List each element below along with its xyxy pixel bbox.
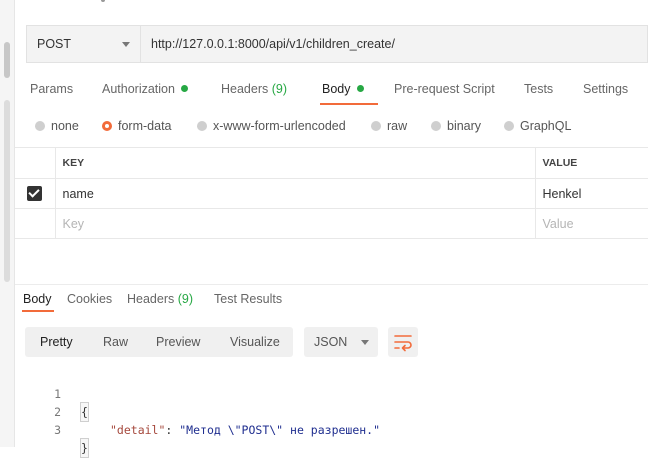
radio-icon: [35, 121, 45, 131]
response-tab-body[interactable]: Body: [23, 292, 52, 306]
chevron-down-icon: [361, 339, 370, 345]
line-number: 1: [54, 387, 61, 401]
tab-tests[interactable]: Tests: [524, 82, 553, 96]
key-column-header: KEY: [55, 147, 536, 179]
radio-icon: [371, 121, 381, 131]
view-visualize-button[interactable]: Visualize: [230, 327, 280, 357]
radio-icon: [504, 121, 514, 131]
tab-headers[interactable]: Headers (9): [221, 82, 287, 96]
header-checkbox-cell: [15, 147, 56, 179]
radio-binary[interactable]: binary: [431, 119, 481, 133]
code-line-2: 2 "detail": "Метод \"POST\" не разрешен.…: [0, 385, 380, 437]
line-number: 2: [54, 405, 61, 419]
tab-params[interactable]: Params: [30, 82, 73, 96]
radio-raw-label: raw: [387, 119, 408, 133]
value-input[interactable]: Value: [535, 208, 648, 239]
url-input[interactable]: http://127.0.0.1:8000/api/v1/children_cr…: [140, 25, 648, 63]
empty-checkbox-cell: [15, 208, 56, 239]
code-line-1: 1 {: [0, 367, 89, 422]
row-checkbox-cell: [15, 178, 56, 209]
code-line-3: 3 }: [0, 403, 89, 458]
top-edge-mark: [101, 0, 105, 2]
table-header-row: KEY VALUE: [15, 147, 648, 179]
open-brace: {: [80, 402, 89, 422]
response-active-tab-indicator: [22, 310, 54, 312]
response-headers-count-badge: (9): [177, 292, 194, 306]
close-brace: }: [80, 438, 89, 458]
row-value-cell[interactable]: Henkel: [535, 178, 648, 209]
view-pretty-button[interactable]: Pretty: [40, 327, 73, 357]
response-tab-headers[interactable]: Headers (9): [127, 292, 193, 306]
response-tab-test-results[interactable]: Test Results: [214, 292, 282, 306]
response-tab-cookies[interactable]: Cookies: [67, 292, 112, 306]
radio-graphql-label: GraphQL: [520, 119, 572, 133]
table-row: name Henkel: [15, 178, 648, 209]
radio-selected-icon: [102, 121, 112, 131]
radio-urlencoded[interactable]: x-www-form-urlencoded: [197, 119, 346, 133]
chevron-down-icon: [122, 41, 130, 47]
request-url-bar: POST http://127.0.0.1:8000/api/v1/childr…: [26, 25, 648, 63]
format-select[interactable]: JSON: [304, 327, 378, 357]
radio-binary-label: binary: [447, 119, 482, 133]
checkbox-checked-icon[interactable]: [27, 186, 43, 202]
tab-body[interactable]: Body: [322, 82, 364, 96]
status-dot-icon: [356, 85, 364, 92]
tab-authorization-label: Authorization: [102, 82, 175, 96]
active-tab-indicator: [320, 103, 378, 105]
tab-headers-label: Headers: [221, 82, 269, 96]
json-key: "detail": [110, 423, 166, 437]
tab-settings[interactable]: Settings: [583, 82, 628, 96]
response-tab-headers-label: Headers: [127, 292, 175, 306]
wrap-lines-button[interactable]: [388, 327, 418, 357]
view-preview-button[interactable]: Preview: [156, 327, 200, 357]
headers-count-badge: (9): [271, 82, 288, 96]
json-colon: :: [165, 423, 180, 437]
scrollbar-thumb[interactable]: [4, 42, 10, 78]
key-input[interactable]: Key: [55, 208, 536, 239]
tab-body-label: Body: [322, 82, 351, 96]
line-number: 3: [54, 423, 61, 437]
tab-authorization[interactable]: Authorization: [102, 82, 188, 96]
pane-divider[interactable]: [15, 284, 648, 285]
radio-urlencoded-label: x-www-form-urlencoded: [213, 119, 346, 133]
radio-none-label: none: [51, 119, 79, 133]
radio-icon: [431, 121, 441, 131]
status-dot-icon: [180, 85, 188, 92]
radio-icon: [197, 121, 207, 131]
radio-form-data[interactable]: form-data: [102, 119, 172, 133]
row-key-cell[interactable]: name: [55, 178, 536, 209]
format-label: JSON: [314, 335, 348, 349]
tab-prerequest-script[interactable]: Pre-request Script: [394, 82, 495, 96]
view-raw-button[interactable]: Raw: [103, 327, 128, 357]
radio-graphql[interactable]: GraphQL: [504, 119, 571, 133]
radio-raw[interactable]: raw: [371, 119, 407, 133]
method-label: POST: [37, 37, 72, 51]
view-mode-bar: Pretty Raw Preview Visualize: [25, 327, 293, 357]
scrollbar-track: [4, 100, 10, 282]
method-select[interactable]: POST: [26, 25, 140, 63]
radio-form-data-label: form-data: [118, 119, 172, 133]
json-value: "Метод \"POST\" не разрешен.": [179, 423, 381, 437]
radio-none[interactable]: none: [35, 119, 79, 133]
wrap-lines-icon: [394, 335, 412, 352]
form-data-table: KEY VALUE name Henkel Key Value: [15, 147, 648, 239]
table-row-empty: Key Value: [15, 208, 648, 239]
value-column-header: VALUE: [535, 147, 648, 179]
